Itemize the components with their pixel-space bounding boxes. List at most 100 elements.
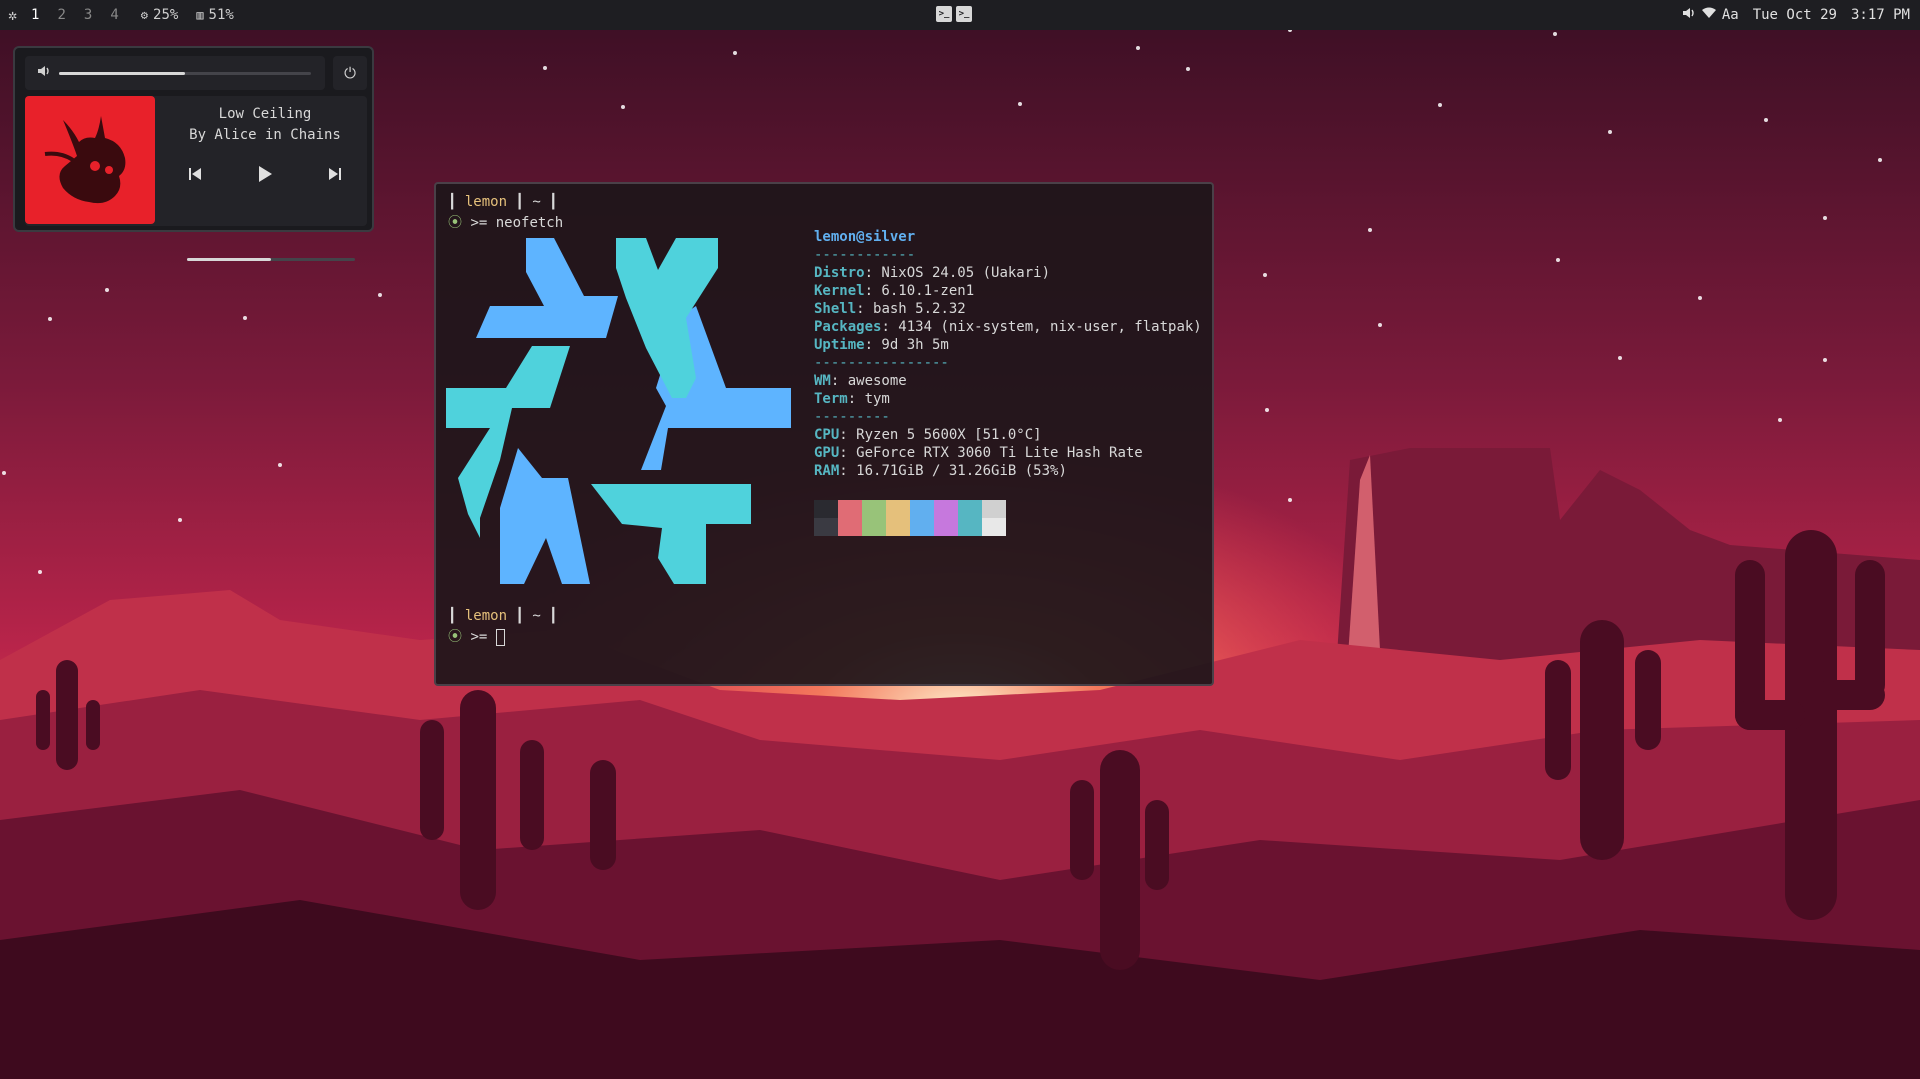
info-value: : NixOS 24.05 (Uakari) <box>864 265 1051 281</box>
prompt-dir: ~ <box>532 194 541 210</box>
workspace-tag-4[interactable]: 4 <box>106 7 122 23</box>
text-cursor <box>495 628 505 646</box>
keyboard-layout[interactable]: Aa <box>1722 7 1739 23</box>
play-button[interactable] <box>245 162 285 186</box>
info-distro: Distro: NixOS 24.05 (Uakari) <box>814 264 1202 282</box>
music-widget: ⏻ Low Ceiling By Alice in Chains <box>13 46 374 261</box>
info-key: RAM <box>814 463 840 479</box>
info-gpu: GPU: GeForce RTX 3060 Ti Lite Hash Rate <box>814 444 1202 462</box>
playback-controls <box>175 162 355 186</box>
album-cover <box>25 96 155 224</box>
info-value: : 4134 (nix-system, nix-user, flatpak) <box>881 319 1202 335</box>
cpu-usage-value: 25% <box>153 7 179 23</box>
info-value: : bash 5.2.32 <box>856 301 966 317</box>
info-uptime: Uptime: 9d 3h 5m <box>814 336 1202 354</box>
previous-track-button[interactable] <box>175 162 215 186</box>
info-value: : awesome <box>830 373 907 389</box>
color-swatch <box>814 500 838 518</box>
color-swatch <box>958 500 982 518</box>
info-key: Uptime <box>814 337 865 353</box>
info-key: WM <box>814 373 831 389</box>
info-value: : GeForce RTX 3060 Ti Lite Hash Rate <box>839 445 1143 461</box>
memory-icon: ▥ <box>196 8 204 22</box>
info-value: : 6.10.1-zen1 <box>864 283 975 299</box>
volume-slider[interactable] <box>59 72 311 75</box>
play-icon <box>259 166 272 182</box>
nixos-logo <box>446 238 791 584</box>
color-swatch <box>910 500 934 518</box>
prompt-symbol: >= <box>470 215 488 231</box>
info-packages: Packages: 4134 (nix-system, nix-user, fl… <box>814 318 1202 336</box>
color-swatch <box>958 518 982 536</box>
power-button[interactable]: ⏻ <box>333 56 367 90</box>
info-value: : 9d 3h 5m <box>864 337 949 353</box>
terminal-task-icon[interactable]: >_ <box>936 6 952 22</box>
cpu-usage: ⚙ 25% <box>141 7 179 23</box>
volume-icon[interactable] <box>37 65 51 81</box>
info-separator: ------------ <box>814 247 916 263</box>
skip-back-icon <box>189 168 201 180</box>
prompt-dir: ~ <box>532 608 541 624</box>
color-palette <box>814 500 1006 536</box>
top-bar: ✲ 1 2 3 4 ⚙ 25% ▥ 51% >_ >_ Aa Tue Oct 2… <box>0 0 1920 30</box>
album-art-skull-icon <box>44 116 126 204</box>
workspace-tag-1[interactable]: 1 <box>27 7 43 23</box>
date-label: Tue Oct 29 <box>1752 7 1837 23</box>
time-label: 3:17 PM <box>1850 7 1910 23</box>
workspace-tag-3[interactable]: 3 <box>80 7 96 23</box>
info-value: : tym <box>847 391 890 407</box>
color-swatch <box>838 518 862 536</box>
info-key: Distro <box>814 265 865 281</box>
prompt-header: ┃ lemon ┃ ~ ┃ <box>448 194 558 210</box>
terminal-window[interactable]: ┃ lemon ┃ ~ ┃ ⦿ >= neofetch lemon@silver… <box>434 182 1214 686</box>
info-key: Shell <box>814 301 857 317</box>
top-bar-left: ✲ 1 2 3 4 ⚙ 25% ▥ 51% <box>8 6 234 24</box>
color-swatch <box>934 500 958 518</box>
track-progress-fill <box>187 258 271 261</box>
power-icon: ⏻ <box>344 64 356 82</box>
terminal-task-icon[interactable]: >_ <box>956 6 972 22</box>
color-swatch <box>982 500 1006 518</box>
info-kernel: Kernel: 6.10.1-zen1 <box>814 282 1202 300</box>
tasklist: >_ >_ <box>936 6 972 22</box>
color-swatch <box>886 518 910 536</box>
info-wm: WM: awesome <box>814 372 1202 390</box>
color-swatch <box>862 518 886 536</box>
color-swatch <box>910 518 934 536</box>
command-text: neofetch <box>495 215 564 231</box>
color-swatch <box>982 518 1006 536</box>
info-separator: --------- <box>814 409 890 425</box>
info-shell: Shell: bash 5.2.32 <box>814 300 1202 318</box>
track-progress-bar[interactable] <box>187 258 355 261</box>
prompt-header: ┃ lemon ┃ ~ ┃ <box>448 608 558 624</box>
skip-forward-icon <box>329 168 341 180</box>
info-key: Packages <box>814 319 882 335</box>
prompt-user: lemon <box>464 608 508 624</box>
info-value: : Ryzen 5 5600X [51.0°C] <box>839 427 1042 443</box>
cpu-icon: ⚙ <box>140 8 149 22</box>
volume-control <box>25 56 325 90</box>
prompt-symbol: >= <box>470 629 488 645</box>
info-title: lemon@silver <box>814 229 916 245</box>
memory-usage: ▥ 51% <box>196 7 234 23</box>
wifi-icon[interactable] <box>1701 7 1716 23</box>
info-key: CPU <box>814 427 840 443</box>
song-info: Low Ceiling By Alice in Chains <box>165 104 365 146</box>
neofetch-info: lemon@silver ------------ Distro: NixOS … <box>814 228 1202 480</box>
song-artist: By Alice in Chains <box>189 127 341 143</box>
color-swatch <box>934 518 958 536</box>
volume-icon[interactable] <box>1682 7 1696 23</box>
command-line[interactable]: ⦿ >= <box>448 626 505 646</box>
workspace-tag-2[interactable]: 2 <box>53 7 69 23</box>
memory-usage-value: 51% <box>208 7 234 23</box>
info-key: GPU <box>814 445 840 461</box>
prompt-dot-icon: ⦿ <box>448 629 462 645</box>
info-cpu: CPU: Ryzen 5 5600X [51.0°C] <box>814 426 1202 444</box>
next-track-button[interactable] <box>315 162 355 186</box>
prompt-user: lemon <box>464 194 508 210</box>
top-bar-right: Aa Tue Oct 29 3:17 PM <box>1682 0 1910 30</box>
song-title: Low Ceiling <box>218 106 312 122</box>
info-key: Term <box>814 391 848 407</box>
color-swatch <box>814 518 838 536</box>
gear-icon[interactable]: ✲ <box>8 6 17 24</box>
